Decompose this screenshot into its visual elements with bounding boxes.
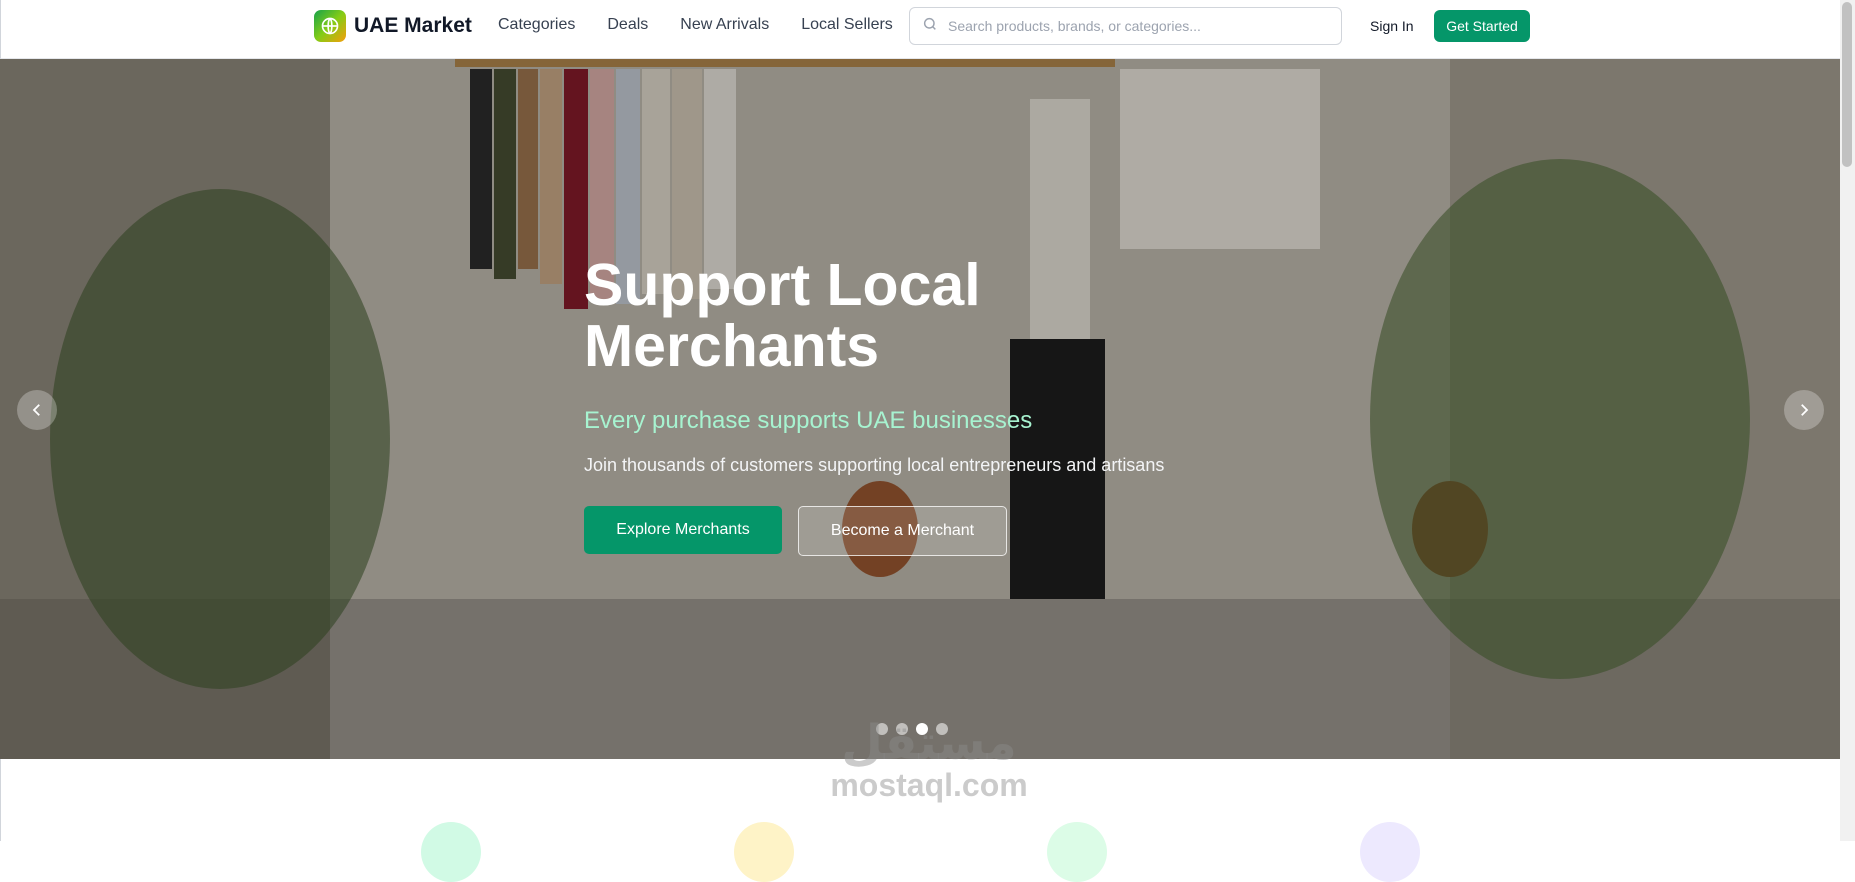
nav-new-arrivals[interactable]: New Arrivals	[680, 16, 769, 34]
sign-in-link[interactable]: Sign In	[1370, 18, 1414, 34]
search-input[interactable]	[948, 18, 1338, 34]
hero-carousel: Support Local Merchants Every purchase s…	[0, 59, 1840, 759]
hero-subtitle: Every purchase supports UAE businesses	[584, 407, 1033, 434]
page-scrollbar[interactable]	[1840, 0, 1855, 841]
brand-name: UAE Market	[354, 14, 472, 37]
watermark: مستقل mostaql.com	[814, 718, 1044, 802]
explore-merchants-button[interactable]: Explore Merchants	[584, 506, 782, 554]
chevron-right-icon	[1801, 404, 1809, 416]
chevron-left-icon	[32, 404, 40, 416]
nav-categories[interactable]: Categories	[498, 16, 575, 34]
feature-icon-3	[1047, 822, 1107, 882]
main-nav: Categories Deals New Arrivals Local Sell…	[498, 16, 925, 34]
watermark-latin: mostaql.com	[830, 767, 1028, 803]
search-icon	[922, 16, 938, 37]
get-started-button[interactable]: Get Started	[1434, 10, 1530, 42]
carousel-prev-button[interactable]	[17, 390, 57, 430]
brand[interactable]: UAE Market	[314, 10, 472, 42]
hero-buttons: Explore Merchants Become a Merchant	[584, 506, 1284, 556]
nav-deals[interactable]: Deals	[607, 16, 648, 34]
hero-content: Support Local Merchants Every purchase s…	[584, 255, 1284, 556]
feature-icon-4	[1360, 822, 1420, 882]
feature-icon-2	[734, 822, 794, 882]
search-box[interactable]	[909, 7, 1342, 45]
carousel-next-button[interactable]	[1784, 390, 1824, 430]
globe-icon	[314, 10, 346, 42]
nav-local-sellers[interactable]: Local Sellers	[801, 16, 893, 34]
page-border	[0, 759, 1, 841]
top-navbar: UAE Market Categories Deals New Arrivals…	[0, 0, 1840, 59]
scrollbar-thumb[interactable]	[1842, 2, 1852, 167]
feature-icon-1	[421, 822, 481, 882]
hero-title: Support Local Merchants	[584, 252, 981, 379]
watermark-arabic: مستقل	[841, 715, 1017, 771]
become-merchant-button[interactable]: Become a Merchant	[798, 506, 1007, 556]
hero-description: Join thousands of customers supporting l…	[584, 455, 1165, 475]
